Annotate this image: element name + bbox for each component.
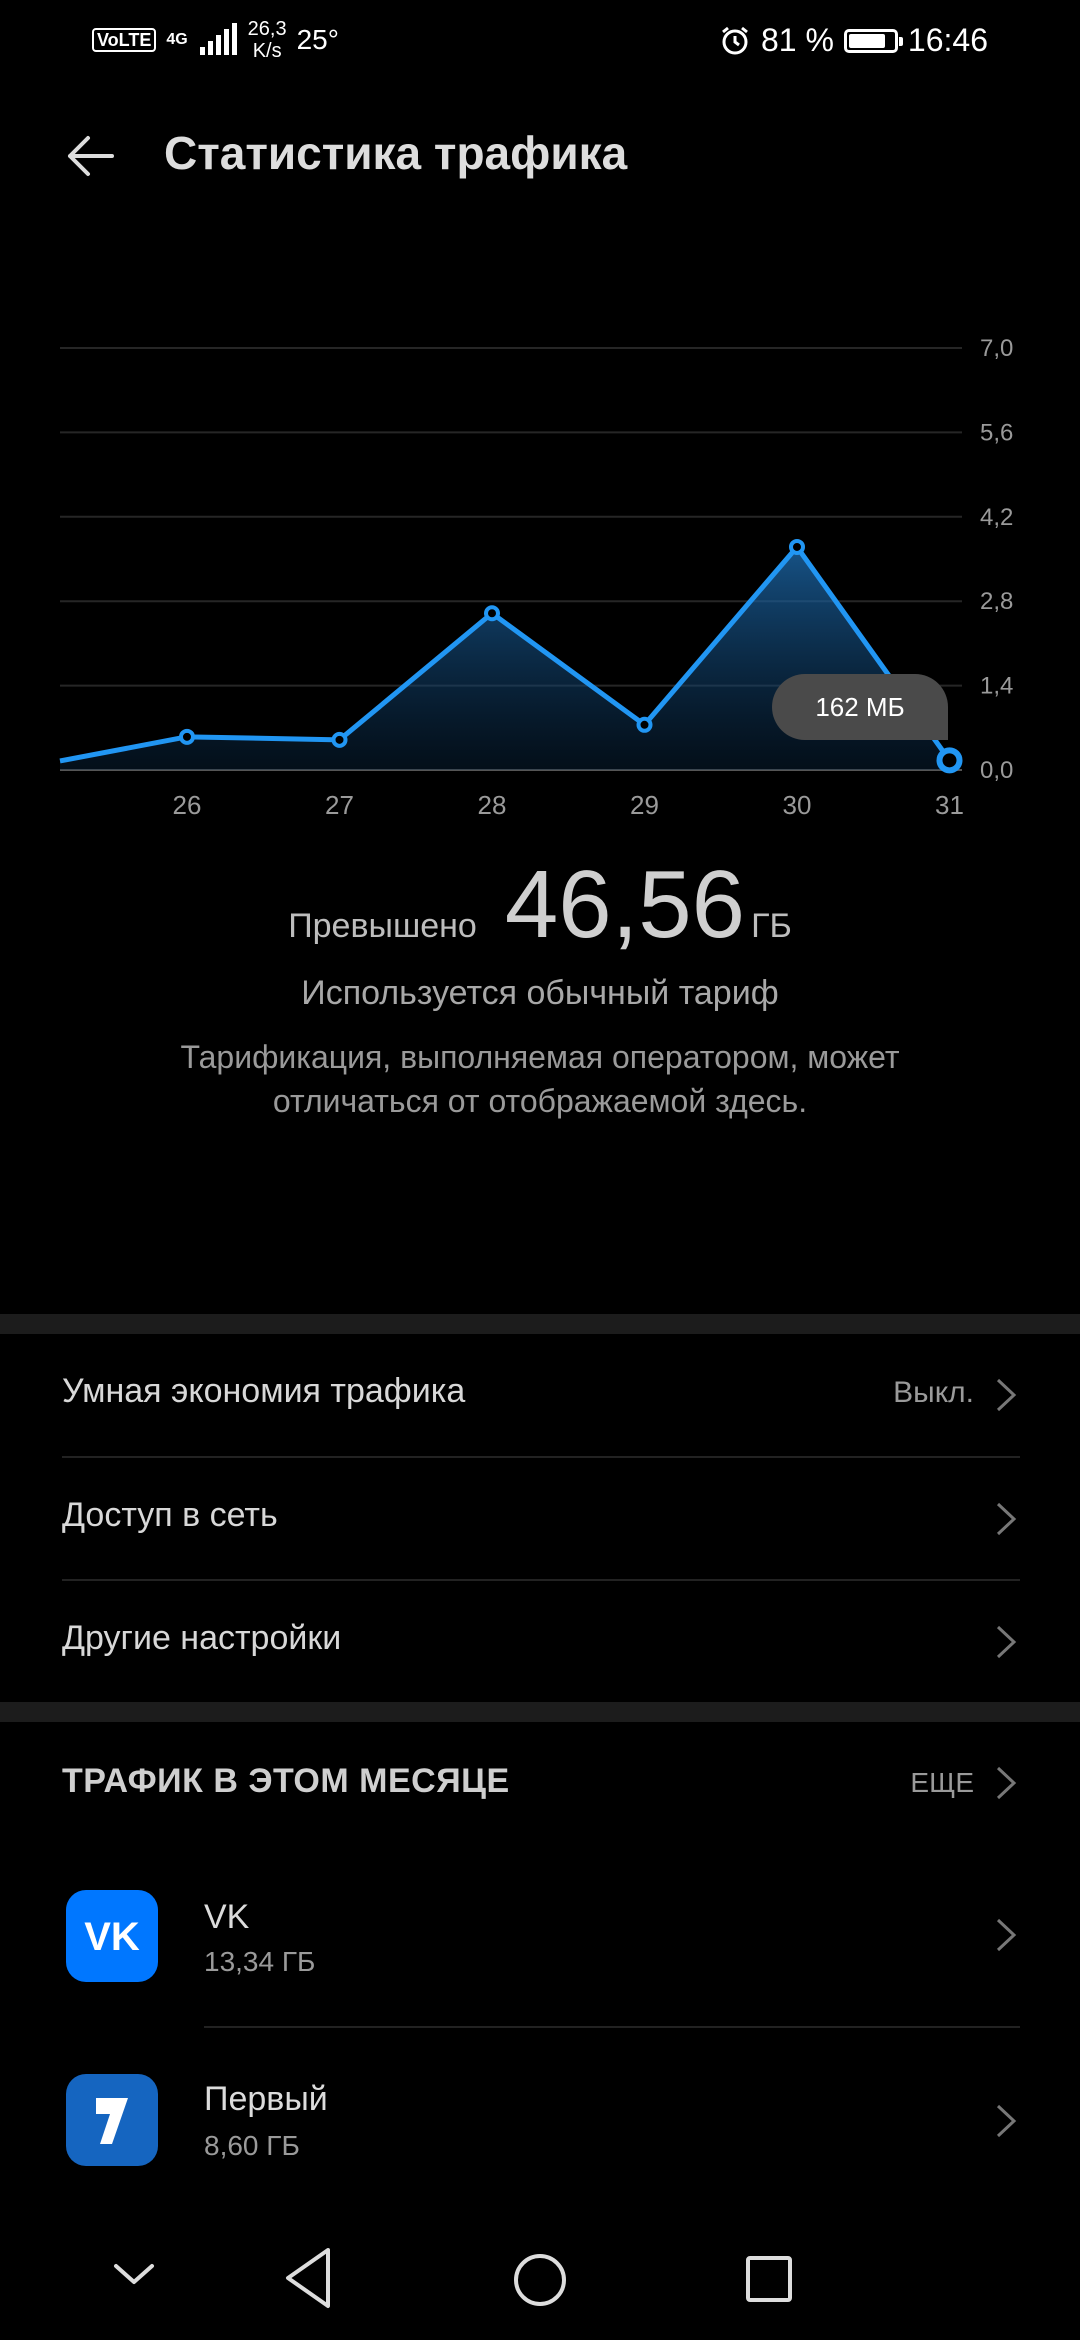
data-point[interactable] xyxy=(789,538,805,555)
billing-note-line2: отличаться от отображаемой здесь. xyxy=(272,1083,808,1119)
home-circle-icon[interactable] xyxy=(514,2254,566,2306)
x-tick-label: 29 xyxy=(630,790,659,820)
collapse-chevron-icon[interactable] xyxy=(114,2264,154,2284)
traffic-chart[interactable]: 7,0 5,6 4,2 2,8 1,4 0,0 26 27 28 29 30 31 xyxy=(0,310,1080,830)
network-speed: 26,3 K/s xyxy=(248,18,287,62)
usage-summary: Превышено 46,56 ГБ Используется обычный … xyxy=(0,850,1080,1123)
network-type: 4G xyxy=(166,31,188,48)
section-separator xyxy=(0,1702,1080,1722)
y-tick-label: 0,0 xyxy=(980,757,1013,784)
app-row-vk[interactable]: VK VK 13,34 ГБ xyxy=(0,1870,1080,2000)
app-name: VK xyxy=(204,1898,250,1936)
app-size: 8,60 ГБ xyxy=(204,2130,300,2161)
data-point[interactable] xyxy=(331,731,348,748)
status-bar: VoLTE 4G 26,3 K/s 25° 81 % 16:46 xyxy=(0,0,1080,86)
y-tick-label: 7,0 xyxy=(980,335,1013,362)
alarm-icon xyxy=(722,26,748,54)
monthly-traffic-title: ТРАФИК В ЭТОМ МЕСЯЦЕ xyxy=(62,1762,510,1800)
chevron-right-icon xyxy=(996,1625,1017,1659)
status-left: VoLTE 4G 26,3 K/s 25° xyxy=(92,18,339,62)
chevron-right-icon xyxy=(996,1502,1017,1536)
signal-icon xyxy=(199,23,237,55)
x-tick-label: 28 xyxy=(478,790,507,820)
smart-saver-label: Умная экономия трафика xyxy=(62,1372,466,1410)
back-arrow-icon[interactable] xyxy=(60,126,120,186)
chevron-right-icon xyxy=(996,2104,1017,2138)
chevron-right-icon xyxy=(996,1378,1017,1412)
temperature: 25° xyxy=(296,24,339,55)
app-row-pervyi[interactable]: Первый 8,60 ГБ xyxy=(0,2056,1080,2186)
x-tick-label: 31 xyxy=(935,790,964,820)
speed-unit: K/s xyxy=(252,40,282,62)
smart-saver-value: Выкл. xyxy=(893,1376,974,1409)
x-tick-label: 30 xyxy=(783,790,812,820)
page-title: Статистика трафика xyxy=(164,127,628,179)
billing-note: Тарификация, выполняемая оператором, мож… xyxy=(0,1035,1080,1123)
speed-value: 26,3 xyxy=(247,18,287,40)
data-point[interactable] xyxy=(484,605,500,622)
battery-icon xyxy=(843,28,903,53)
y-tick-label: 1,4 xyxy=(980,673,1013,700)
app-size: 13,34 ГБ xyxy=(204,1946,316,1977)
chart-tooltip: 162 МБ xyxy=(772,674,948,740)
battery-percent: 81 % xyxy=(760,22,834,58)
smart-saver-row[interactable]: Умная экономия трафика Выкл. xyxy=(0,1334,1080,1456)
other-settings-label: Другие настройки xyxy=(62,1619,342,1657)
exceeded-label: Превышено xyxy=(288,907,477,945)
selected-data-point[interactable] xyxy=(936,747,963,774)
y-tick-label: 5,6 xyxy=(980,419,1013,446)
divider xyxy=(204,2026,1020,2028)
y-tick-label: 2,8 xyxy=(980,588,1013,615)
clock: 16:46 xyxy=(907,22,988,58)
x-tick-label: 26 xyxy=(173,790,202,820)
chevron-right-icon[interactable] xyxy=(994,1764,1018,1802)
app-name: Первый xyxy=(204,2080,328,2118)
back-triangle-icon[interactable] xyxy=(286,2248,330,2308)
plan-text: Используется обычный тариф xyxy=(301,974,779,1012)
usage-value: 46,56 xyxy=(504,851,746,958)
x-tick-label: 27 xyxy=(325,790,354,820)
data-point[interactable] xyxy=(179,728,195,745)
billing-note-line1: Тарификация, выполняемая оператором, мож… xyxy=(180,1039,900,1075)
network-access-label: Доступ в сеть xyxy=(62,1496,278,1534)
status-right: 81 % 16:46 xyxy=(719,22,988,59)
network-access-row[interactable]: Доступ в сеть xyxy=(0,1458,1080,1580)
other-settings-row[interactable]: Другие настройки xyxy=(0,1581,1080,1703)
more-link[interactable]: ЕЩЕ xyxy=(910,1767,974,1799)
svg-text:VK: VK xyxy=(84,1915,140,1959)
recents-square-icon[interactable] xyxy=(746,2256,792,2302)
navigation-bar xyxy=(0,2210,1080,2340)
usage-unit: ГБ xyxy=(751,907,792,945)
vk-app-icon: VK xyxy=(66,1890,158,1982)
section-separator xyxy=(0,1314,1080,1334)
volte-badge: VoLTE xyxy=(92,28,157,52)
channel-one-app-icon xyxy=(66,2074,158,2166)
y-tick-label: 4,2 xyxy=(980,504,1013,531)
chevron-right-icon xyxy=(996,1918,1017,1952)
data-point[interactable] xyxy=(636,716,653,733)
